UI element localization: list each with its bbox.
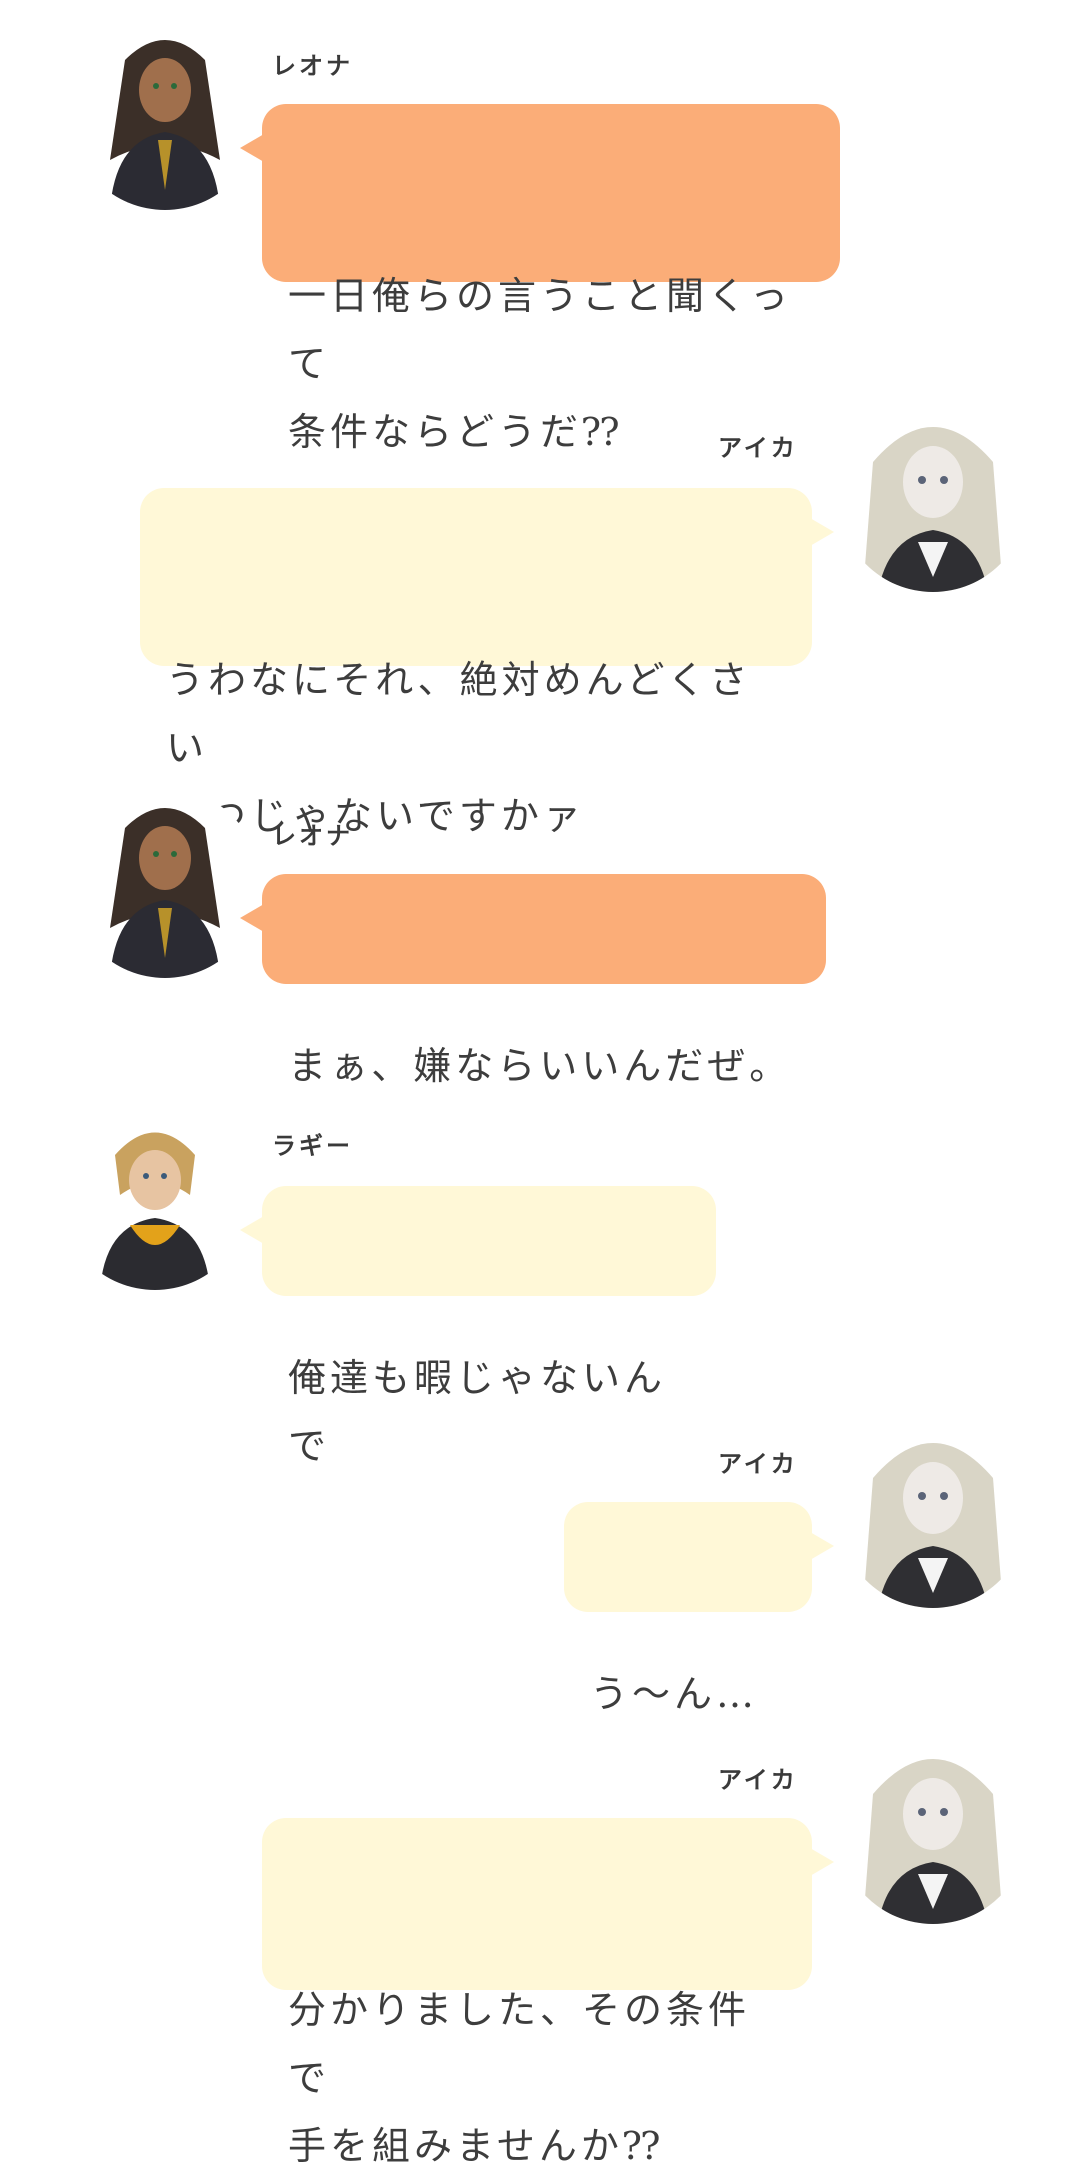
message-bubble: うわなにそれ、絶対めんどくさい やつじゃないですかァ xyxy=(140,488,834,838)
bubble-tail xyxy=(240,134,264,162)
message-text: う～ん… xyxy=(590,1672,759,1716)
speaker-name: アイカ xyxy=(718,1450,798,1478)
message-bubble: 分かりました、その条件で 手を組みませんか⁇ xyxy=(262,1818,834,2168)
message-bubble: 一日俺らの言うこと聞くって 条件ならどうだ⁇ xyxy=(240,104,840,454)
bubble-tail xyxy=(240,904,264,932)
speaker-name: レオナ xyxy=(272,52,353,80)
leona-avatar xyxy=(70,20,260,210)
bubble-tail xyxy=(240,1216,264,1244)
message-bubble: 俺達も暇じゃないんで xyxy=(240,1186,716,1468)
ruggie-avatar xyxy=(60,1100,250,1290)
aika-avatar xyxy=(838,1418,1028,1608)
bubble-tail xyxy=(810,1532,834,1560)
bubble-tail xyxy=(810,1848,834,1876)
aika-avatar xyxy=(838,402,1028,592)
chat-message-aika: アイカ うわなにそれ、絶対めんどくさい やつじゃないですかァ xyxy=(0,380,1080,838)
chat-message-ruggie: ラギー 俺達も暇じゃないんで xyxy=(0,1082,1080,1468)
speaker-name: レオナ xyxy=(272,822,353,850)
message-bubble: う～ん… xyxy=(564,1502,834,1716)
speaker-name: アイカ xyxy=(718,434,798,462)
aika-avatar xyxy=(838,1734,1028,1924)
bubble-tail xyxy=(810,518,834,546)
speaker-name: ラギー xyxy=(272,1132,353,1160)
chat-message-leona: レオナ 一日俺らの言うこと聞くって 条件ならどうだ⁇ xyxy=(0,0,1080,454)
leona-avatar xyxy=(70,788,260,978)
chat-message-leona: レオナ まぁ、嫌ならいいんだぜ。 xyxy=(0,768,1080,1088)
chat-message-aika: アイカ 分かりました、その条件で 手を組みませんか⁇ xyxy=(0,1712,1080,2168)
speaker-name: アイカ xyxy=(718,1766,798,1794)
message-bubble: まぁ、嫌ならいいんだぜ。 xyxy=(240,874,826,1088)
message-text: 分かりました、その条件で 手を組みませんか⁇ xyxy=(288,1988,751,2168)
chat-message-aika: アイカ う～ん… xyxy=(0,1396,1080,1716)
